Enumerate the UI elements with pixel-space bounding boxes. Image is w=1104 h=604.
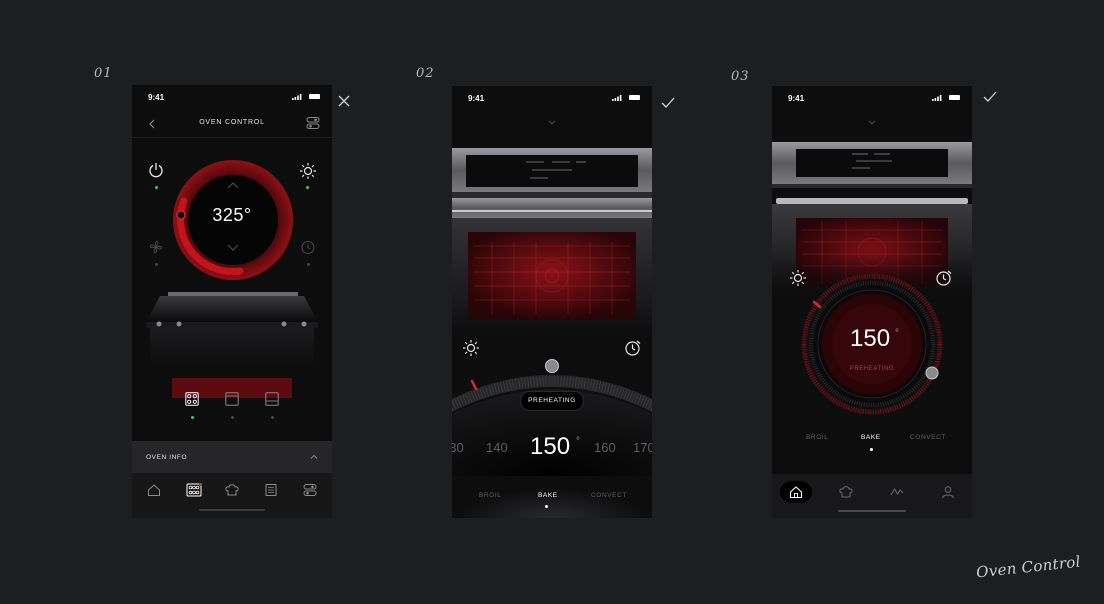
check-icon: [661, 97, 675, 108]
chevron-up-icon[interactable]: [309, 452, 319, 462]
settings-toggle-icon[interactable]: [303, 483, 317, 497]
mode-convect[interactable]: CONVECT: [591, 492, 627, 499]
signature: Oven Control: [975, 552, 1082, 582]
status-bar: 9:41: [452, 86, 652, 110]
dial-temperature: 150: [850, 325, 891, 352]
toggle-settings-icon[interactable]: [306, 116, 320, 130]
oven-info-panel[interactable]: OVEN INFO: [132, 441, 332, 473]
chevron-down-icon[interactable]: [867, 119, 877, 127]
degree-symbol: °: [895, 328, 899, 339]
mode-broil[interactable]: BROIL: [806, 434, 829, 441]
fan-icon[interactable]: [148, 239, 164, 255]
bottom-nav: [132, 473, 332, 518]
home-tab-active[interactable]: [780, 481, 812, 503]
mode-selected-dot: [870, 448, 873, 451]
temperature-readout: 325°: [212, 205, 252, 225]
power-indicator: [155, 186, 158, 189]
light-icon[interactable]: [299, 162, 317, 180]
light-indicator: [306, 186, 309, 189]
home-icon[interactable]: [147, 483, 161, 497]
page-title: OVEN CONTROL: [199, 119, 265, 126]
signal-icon: [292, 94, 302, 100]
cooktop-mode-icon[interactable]: [185, 392, 199, 406]
signal-icon: [612, 95, 622, 101]
status-time: 9:41: [788, 94, 805, 103]
check-icon: [983, 91, 997, 102]
scale-value-170: 170: [633, 440, 652, 455]
fan-indicator: [155, 263, 158, 266]
status-bar: 9:41: [132, 85, 332, 109]
timer-indicator: [307, 263, 310, 266]
close-icon: [338, 95, 350, 107]
home-icon: [789, 486, 803, 499]
oven-info-label: OVEN INFO: [146, 454, 188, 461]
bottom-nav: [772, 474, 972, 518]
status-time: 9:41: [148, 93, 165, 102]
battery-icon: [949, 95, 960, 100]
home-indicator: [838, 510, 906, 512]
status-time: 9:41: [468, 94, 485, 103]
screen-bake-preheating: 9:41 PREHEATING 30 140 150 ° 160 170 BRO…: [452, 86, 652, 518]
profile-icon[interactable]: [941, 485, 955, 499]
battery-icon: [629, 95, 640, 100]
mode-bake[interactable]: BAKE: [538, 492, 558, 499]
lower-oven-indicator: [271, 416, 274, 419]
mode-convect[interactable]: CONVECT: [910, 434, 946, 441]
upper-oven-indicator: [231, 416, 234, 419]
recipe-book-icon[interactable]: [264, 483, 278, 497]
light-icon[interactable]: [462, 339, 480, 357]
timer-icon[interactable]: [300, 239, 316, 255]
scale-value-160: 160: [594, 440, 616, 455]
step-number-3: 03: [731, 69, 750, 84]
step-number-2: 02: [416, 66, 435, 81]
screen-oven-dial: 9:41 150 ° PREHEATING BROIL BAKE CONVECT: [772, 86, 972, 518]
mode-selected-dot: [545, 505, 548, 508]
chef-hat-icon[interactable]: [839, 485, 853, 499]
home-indicator: [199, 509, 265, 511]
step-number-1: 01: [94, 66, 113, 81]
status-bar: 9:41: [772, 86, 972, 110]
degree-symbol: °: [576, 436, 580, 447]
upper-oven-icon[interactable]: [225, 392, 239, 406]
appliance-nav-icon[interactable]: [186, 483, 202, 497]
dial-status: PREHEATING: [849, 366, 895, 372]
battery-icon: [309, 94, 320, 99]
power-icon[interactable]: [148, 162, 164, 178]
scale-value-140: 140: [486, 440, 508, 455]
mode-bake[interactable]: BAKE: [861, 434, 881, 441]
lower-oven-icon[interactable]: [265, 392, 279, 406]
preheating-badge: PREHEATING: [520, 391, 584, 411]
chef-hat-icon[interactable]: [225, 483, 239, 497]
chevron-down-icon[interactable]: [547, 119, 557, 127]
selected-temperature: 150: [530, 433, 571, 460]
screen-oven-control: 9:41 OVEN CONTROL 325° OVEN INFO: [132, 85, 332, 518]
activity-icon[interactable]: [890, 485, 904, 499]
mode-broil[interactable]: BROIL: [479, 492, 502, 499]
scale-value-130: 130: [452, 440, 464, 455]
timer-icon[interactable]: [624, 339, 642, 357]
cooktop-indicator: [191, 416, 194, 419]
signal-icon: [932, 95, 942, 101]
